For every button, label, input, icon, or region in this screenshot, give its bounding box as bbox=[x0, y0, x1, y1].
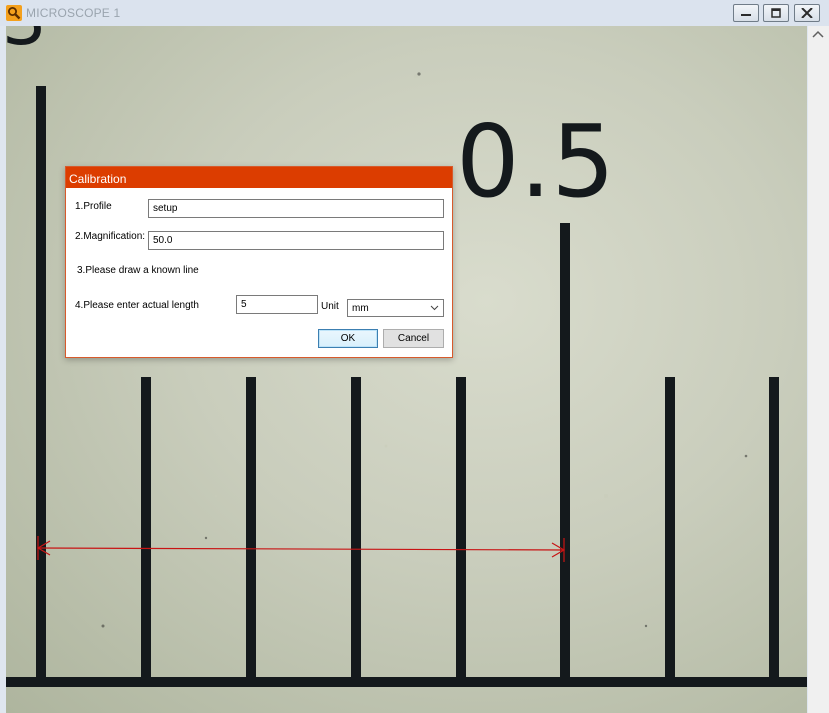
magnification-field[interactable]: 50.0 bbox=[148, 231, 444, 250]
chevron-down-icon bbox=[430, 305, 439, 311]
ruler-tick bbox=[769, 377, 779, 686]
title-bar[interactable]: MICROSCOPE 1 bbox=[0, 0, 829, 26]
unit-label: Unit bbox=[321, 301, 339, 312]
scale-label: 0.5 bbox=[456, 103, 615, 220]
vertical-scrollbar[interactable] bbox=[808, 26, 829, 713]
close-button[interactable] bbox=[794, 4, 820, 22]
draw-instruction: 3.Please draw a known line bbox=[77, 265, 199, 276]
close-icon bbox=[801, 8, 813, 18]
minimize-button[interactable] bbox=[733, 4, 759, 22]
window-title: MICROSCOPE 1 bbox=[26, 6, 121, 20]
magnification-label: 2.Magnification: bbox=[75, 231, 146, 242]
ruler-tick bbox=[141, 377, 151, 686]
profile-field[interactable]: setup bbox=[148, 199, 444, 218]
ruler-tick bbox=[560, 223, 570, 686]
minimize-icon bbox=[741, 14, 751, 16]
dialog-title-bar[interactable]: Calibration bbox=[66, 167, 452, 188]
restore-icon bbox=[771, 8, 781, 18]
ruler-tick bbox=[246, 377, 256, 686]
magnifier-icon bbox=[6, 5, 22, 21]
ruler-tick bbox=[665, 377, 675, 686]
length-label: 4.Please enter actual length bbox=[75, 300, 199, 311]
unit-value: mm bbox=[352, 303, 369, 314]
ruler-tick bbox=[36, 86, 46, 686]
dialog-title: Calibration bbox=[69, 172, 127, 186]
ruler-tick bbox=[456, 377, 466, 686]
unit-select[interactable]: mm bbox=[347, 299, 444, 317]
microscope-window: MICROSCOPE 1 0.5 Calibration 1.Profile s… bbox=[0, 0, 829, 713]
profile-label: 1.Profile bbox=[75, 201, 112, 212]
measurement-line[interactable] bbox=[36, 536, 566, 562]
scroll-up-icon[interactable] bbox=[812, 30, 824, 38]
calibration-dialog: Calibration 1.Profile setup 2.Magnificat… bbox=[65, 166, 453, 358]
ok-button[interactable]: OK bbox=[318, 329, 378, 348]
ruler-tick bbox=[351, 377, 361, 686]
cancel-button[interactable]: Cancel bbox=[383, 329, 444, 348]
microscope-image-view[interactable]: 0.5 3 bbox=[6, 26, 807, 713]
length-field[interactable]: 5 bbox=[236, 295, 318, 314]
restore-button[interactable] bbox=[763, 4, 789, 22]
scale-label-partial: 3 bbox=[6, 26, 47, 61]
ruler-image: 0.5 3 bbox=[6, 26, 807, 687]
ruler-baseline bbox=[6, 677, 807, 687]
